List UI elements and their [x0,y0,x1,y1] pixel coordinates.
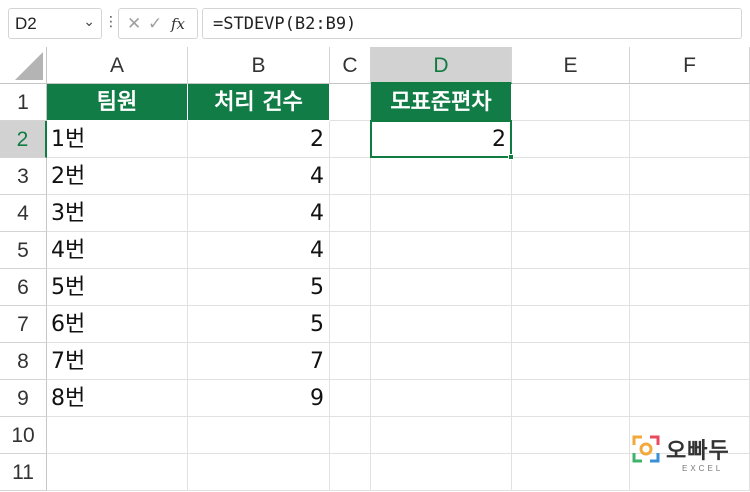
cell-e6[interactable] [512,269,630,306]
row-header-7[interactable]: 7 [0,306,47,343]
cell-a7[interactable]: 6번 [47,306,188,343]
cell-d1[interactable]: 모표준편차 [371,84,512,121]
cell-b8[interactable]: 7 [188,343,330,380]
cell-e3[interactable] [512,158,630,195]
cell-f7[interactable] [630,306,750,343]
chevron-down-icon[interactable]: ⌄ [83,14,95,30]
cell-d5[interactable] [371,232,512,269]
cell-d3[interactable] [371,158,512,195]
row-header-3[interactable]: 3 [0,158,47,195]
cell-f5[interactable] [630,232,750,269]
spreadsheet-grid: A B C D E F 1 팀원 처리 건수 모표준편차 2 1번 2 2 3 2번 4 4 3번 4 5 4번 4 6 5번 5… [0,47,750,492]
confirm-icon[interactable]: ✓ [148,14,162,34]
cancel-icon[interactable]: ✕ [127,14,141,34]
cell-a11[interactable] [47,454,188,491]
column-header-d[interactable]: D [371,47,512,84]
logo-subtitle: EXCEL [682,464,724,473]
cell-b11[interactable] [188,454,330,491]
cell-d7[interactable] [371,306,512,343]
cell-a5[interactable]: 4번 [47,232,188,269]
column-header-a[interactable]: A [47,47,188,84]
cell-f2[interactable] [630,121,750,158]
cell-d8[interactable] [371,343,512,380]
cell-a8[interactable]: 7번 [47,343,188,380]
cell-e8[interactable] [512,343,630,380]
formula-input[interactable]: =STDEVP(B2:B9) [202,8,742,39]
row-header-8[interactable]: 8 [0,343,47,380]
cell-c7[interactable] [330,306,371,343]
cell-c11[interactable] [330,454,371,491]
cell-d9[interactable] [371,380,512,417]
cell-c9[interactable] [330,380,371,417]
cell-f3[interactable] [630,158,750,195]
cell-f1[interactable] [630,84,750,121]
cell-b5[interactable]: 4 [188,232,330,269]
cell-a6[interactable]: 5번 [47,269,188,306]
cell-b9[interactable]: 9 [188,380,330,417]
cell-a1[interactable]: 팀원 [47,84,188,121]
cell-d6[interactable] [371,269,512,306]
row-header-2[interactable]: 2 [0,121,47,158]
row-header-5[interactable]: 5 [0,232,47,269]
formula-bar: D2 ⌄ ⋮ ✕ ✓ fx =STDEVP(B2:B9) [0,0,750,47]
cell-d11[interactable] [371,454,512,491]
row-header-6[interactable]: 6 [0,269,47,306]
cell-c8[interactable] [330,343,371,380]
logo-wordmark: 오빠두 [666,439,730,464]
cell-e9[interactable] [512,380,630,417]
cell-b1[interactable]: 처리 건수 [188,84,330,121]
cell-e1[interactable] [512,84,630,121]
cell-c5[interactable] [330,232,371,269]
cell-a3[interactable]: 2번 [47,158,188,195]
cell-c10[interactable] [330,417,371,454]
cell-a9[interactable]: 8번 [47,380,188,417]
column-header-c[interactable]: C [330,47,371,84]
cell-d4[interactable] [371,195,512,232]
row-header-4[interactable]: 4 [0,195,47,232]
cell-c6[interactable] [330,269,371,306]
row-header-1[interactable]: 1 [0,84,47,121]
cell-a4[interactable]: 3번 [47,195,188,232]
cell-d10[interactable] [371,417,512,454]
cell-b6[interactable]: 5 [188,269,330,306]
row-header-11[interactable]: 11 [0,454,47,491]
cell-c3[interactable] [330,158,371,195]
cell-d2[interactable]: 2 [371,121,512,158]
cell-e5[interactable] [512,232,630,269]
cell-f4[interactable] [630,195,750,232]
name-box[interactable]: D2 ⌄ [8,8,102,39]
formula-text: =STDEVP(B2:B9) [213,14,357,34]
cell-c4[interactable] [330,195,371,232]
cell-f6[interactable] [630,269,750,306]
logo-icon [632,435,660,463]
row-header-10[interactable]: 10 [0,417,47,454]
insert-function-icon[interactable]: fx [171,15,185,33]
more-options-icon[interactable]: ⋮ [104,12,118,32]
cell-e11[interactable] [512,454,630,491]
cell-f9[interactable] [630,380,750,417]
cell-b7[interactable]: 5 [188,306,330,343]
cell-a2[interactable]: 1번 [47,121,188,158]
cell-b2[interactable]: 2 [188,121,330,158]
cell-c1[interactable] [330,84,371,121]
cell-e10[interactable] [512,417,630,454]
column-header-b[interactable]: B [188,47,330,84]
cell-e2[interactable] [512,121,630,158]
row-header-9[interactable]: 9 [0,380,47,417]
cell-b4[interactable]: 4 [188,195,330,232]
formula-actions: ✕ ✓ fx [118,8,198,39]
cell-e4[interactable] [512,195,630,232]
select-all-button[interactable] [0,47,47,84]
name-box-value: D2 [15,14,37,33]
column-header-f[interactable]: F [630,47,750,84]
cell-b3[interactable]: 4 [188,158,330,195]
cell-a10[interactable] [47,417,188,454]
column-header-e[interactable]: E [512,47,630,84]
cell-e7[interactable] [512,306,630,343]
cell-f8[interactable] [630,343,750,380]
cell-c2[interactable] [330,121,371,158]
brand-logo: 오빠두 EXCEL [632,433,742,477]
cell-b10[interactable] [188,417,330,454]
